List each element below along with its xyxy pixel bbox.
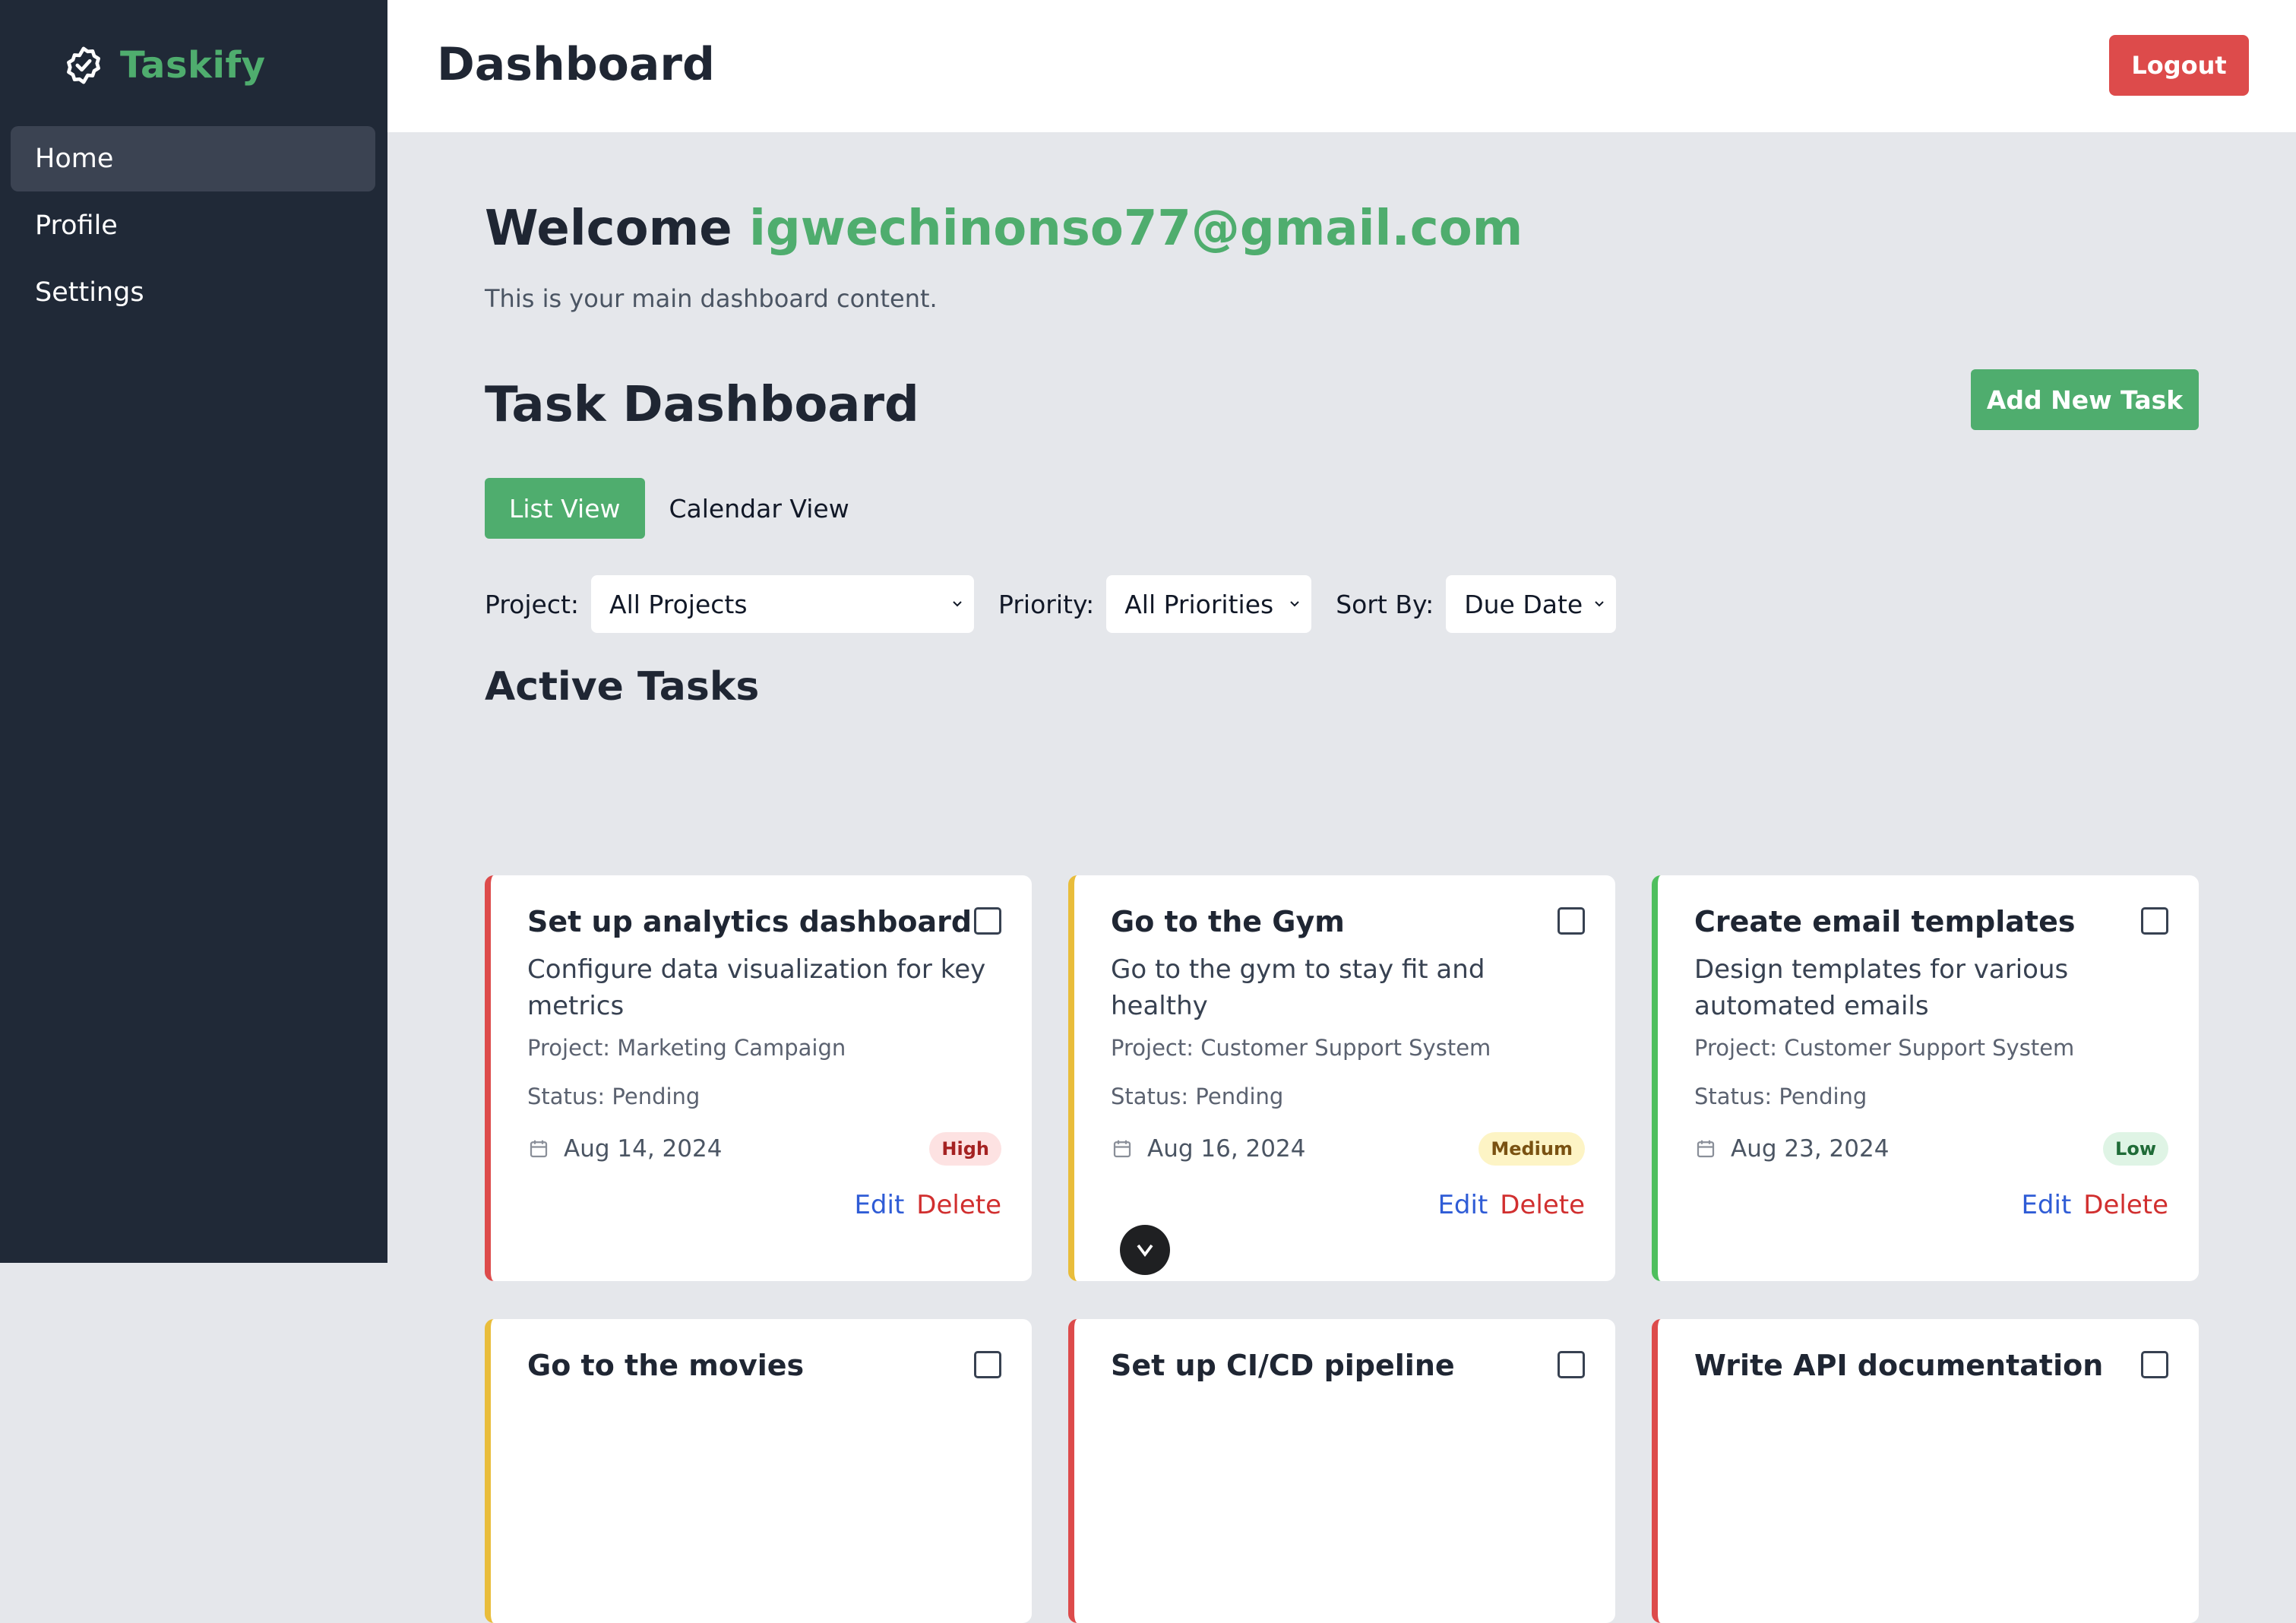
task-title: Go to the movies bbox=[527, 1349, 805, 1382]
active-tasks-title: Active Tasks bbox=[485, 664, 760, 710]
view-toggle: List View Calendar View bbox=[485, 478, 874, 539]
task-complete-checkbox[interactable] bbox=[974, 907, 1001, 935]
task-card: Create email templates Design templates … bbox=[1652, 875, 2199, 1281]
welcome-heading: Welcome igwechinonso77@gmail.com bbox=[485, 201, 1523, 257]
page-title: Dashboard bbox=[437, 38, 715, 91]
task-date-text: Aug 16, 2024 bbox=[1147, 1135, 1306, 1163]
task-due-date: Aug 14, 2024 bbox=[527, 1135, 722, 1163]
task-due-date: Aug 23, 2024 bbox=[1694, 1135, 1889, 1163]
chevron-down-icon bbox=[953, 601, 962, 607]
task-description: Configure data visualization for key met… bbox=[527, 954, 986, 1021]
sidebar-item-settings[interactable]: Settings bbox=[11, 260, 375, 325]
task-title: Set up analytics dashboard bbox=[527, 905, 972, 938]
chevron-down-icon bbox=[1595, 601, 1604, 607]
priority-select[interactable]: All Priorities bbox=[1106, 575, 1312, 633]
priority-badge: Low bbox=[2103, 1132, 2168, 1166]
task-complete-checkbox[interactable] bbox=[1558, 907, 1585, 935]
delete-task-link[interactable]: Delete bbox=[916, 1190, 1001, 1220]
sidebar-item-profile[interactable]: Profile bbox=[11, 193, 375, 258]
task-project: Project: Customer Support System bbox=[1694, 1035, 2075, 1061]
task-project: Project: Marketing Campaign bbox=[527, 1035, 846, 1061]
project-select-value: All Projects bbox=[609, 589, 748, 619]
edit-task-link[interactable]: Edit bbox=[854, 1190, 904, 1220]
task-complete-checkbox[interactable] bbox=[1558, 1351, 1585, 1378]
brand[interactable]: Taskify bbox=[61, 40, 266, 91]
scroll-down-button[interactable] bbox=[1120, 1225, 1170, 1275]
task-status: Status: Pending bbox=[527, 1084, 701, 1109]
task-description: Design templates for various automated e… bbox=[1694, 954, 2069, 1021]
sort-select-value: Due Date bbox=[1464, 589, 1583, 619]
calendar-icon bbox=[530, 1140, 548, 1158]
chevron-down-icon bbox=[1137, 1244, 1153, 1258]
list-view-button[interactable]: List View bbox=[485, 478, 645, 539]
task-title: Write API documentation bbox=[1694, 1349, 2104, 1382]
filters-bar: Project: All Projects Priority: All Prio… bbox=[485, 575, 1640, 633]
user-email: igwechinonso77@gmail.com bbox=[748, 201, 1523, 257]
add-new-task-button[interactable]: Add New Task bbox=[1971, 369, 2199, 430]
task-card: Set up CI/CD pipeline bbox=[1068, 1319, 1615, 1623]
edit-task-link[interactable]: Edit bbox=[1437, 1190, 1488, 1220]
sort-select[interactable]: Due Date bbox=[1446, 575, 1617, 633]
task-description: Go to the gym to stay fit and healthy bbox=[1111, 954, 1485, 1021]
task-card: Go to the movies bbox=[485, 1319, 1032, 1623]
task-title: Set up CI/CD pipeline bbox=[1111, 1349, 1455, 1382]
app-name: Taskify bbox=[120, 44, 266, 87]
task-title: Go to the Gym bbox=[1111, 905, 1345, 938]
task-date-text: Aug 23, 2024 bbox=[1731, 1135, 1890, 1163]
welcome-subtitle: This is your main dashboard content. bbox=[485, 284, 938, 313]
sidebar: Taskify Home Profile Settings bbox=[0, 0, 387, 1263]
task-project: Project: Customer Support System bbox=[1111, 1035, 1491, 1061]
priority-filter-label: Priority: bbox=[998, 589, 1095, 619]
task-status: Status: Pending bbox=[1694, 1084, 1867, 1109]
sidebar-item-home[interactable]: Home bbox=[11, 126, 375, 191]
task-dashboard-title: Task Dashboard bbox=[485, 377, 919, 433]
delete-task-link[interactable]: Delete bbox=[1500, 1190, 1585, 1220]
task-status: Status: Pending bbox=[1111, 1084, 1284, 1109]
chevron-down-icon bbox=[1290, 601, 1299, 607]
task-due-date: Aug 16, 2024 bbox=[1111, 1135, 1305, 1163]
priority-select-value: All Priorities bbox=[1124, 589, 1274, 619]
priority-badge: High bbox=[929, 1132, 1001, 1166]
priority-badge: Medium bbox=[1478, 1132, 1585, 1166]
project-filter-label: Project: bbox=[485, 589, 580, 619]
top-header: Dashboard Logout bbox=[387, 0, 2296, 132]
project-select[interactable]: All Projects bbox=[591, 575, 975, 633]
sort-filter-label: Sort By: bbox=[1336, 589, 1434, 619]
task-date-text: Aug 14, 2024 bbox=[564, 1135, 723, 1163]
task-card: Go to the Gym Go to the gym to stay fit … bbox=[1068, 875, 1615, 1281]
edit-task-link[interactable]: Edit bbox=[2021, 1190, 2071, 1220]
task-complete-checkbox[interactable] bbox=[2141, 1351, 2168, 1378]
logout-button[interactable]: Logout bbox=[2109, 35, 2249, 96]
calendar-icon bbox=[1113, 1140, 1131, 1158]
task-card: Set up analytics dashboard Configure dat… bbox=[485, 875, 1032, 1281]
calendar-view-button[interactable]: Calendar View bbox=[645, 478, 874, 539]
sidebar-nav: Home Profile Settings bbox=[11, 126, 375, 327]
task-card: Write API documentation bbox=[1652, 1319, 2199, 1623]
check-badge-icon bbox=[61, 43, 106, 88]
welcome-prefix: Welcome bbox=[485, 201, 732, 257]
calendar-icon bbox=[1697, 1140, 1715, 1158]
delete-task-link[interactable]: Delete bbox=[2083, 1190, 2168, 1220]
task-complete-checkbox[interactable] bbox=[974, 1351, 1001, 1378]
task-title: Create email templates bbox=[1694, 905, 2076, 938]
task-complete-checkbox[interactable] bbox=[2141, 907, 2168, 935]
